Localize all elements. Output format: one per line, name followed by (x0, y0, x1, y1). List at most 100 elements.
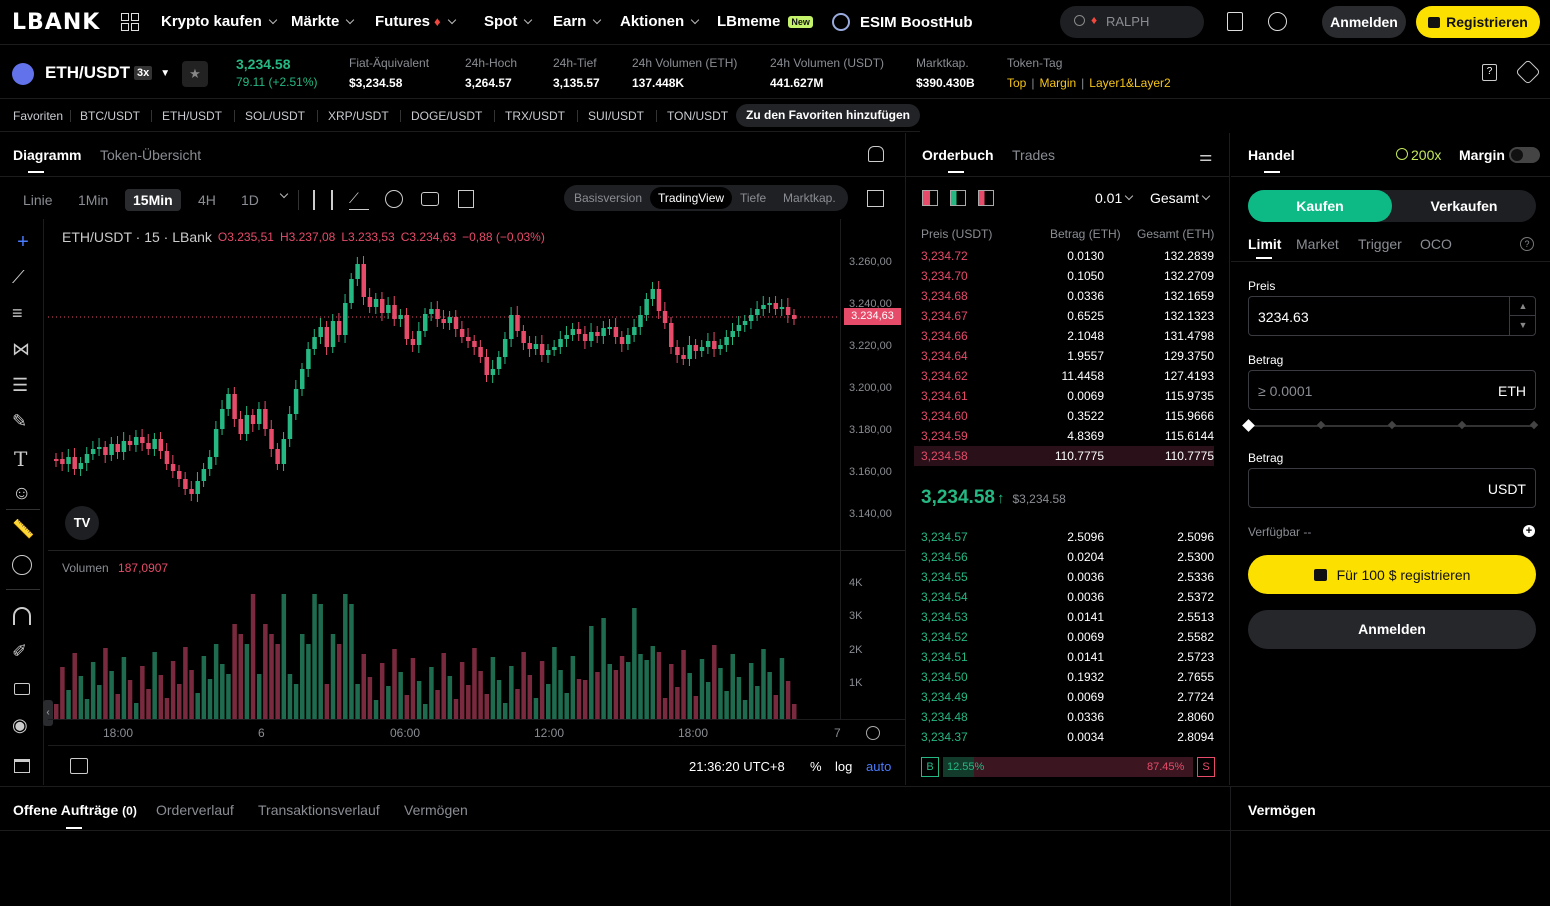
version-marktkap[interactable]: Marktkap. (783, 191, 836, 205)
add-funds-icon[interactable]: + (1523, 525, 1535, 537)
tf-linie[interactable]: Linie (15, 189, 61, 211)
tab-token-uebersicht[interactable]: Token-Übersicht (100, 147, 201, 163)
tab-assets[interactable]: Vermögen (404, 802, 468, 818)
add-favorite-button[interactable]: Zu den Favoriten hinzufügen (736, 104, 920, 127)
leverage-indicator[interactable]: 200x (1396, 147, 1441, 163)
tag-layer[interactable]: Layer1&Layer2 (1089, 76, 1170, 90)
nav-futures[interactable]: Futures ♦ (375, 13, 456, 30)
price-stepper[interactable]: ▲ ▼ (1509, 297, 1536, 335)
ruler-icon[interactable]: 📏 (12, 519, 34, 541)
nav-earn[interactable]: Earn (553, 13, 602, 30)
settings-icon[interactable] (1515, 59, 1541, 85)
fav-doge[interactable]: DOGE/USDT (411, 109, 482, 123)
settings-gear-icon[interactable] (385, 190, 403, 208)
nav-maerkte[interactable]: Märkte (291, 13, 355, 30)
ask-row[interactable]: 3,234.67 0.6525 132.1323 (914, 306, 1214, 326)
percent-toggle[interactable]: % (810, 759, 822, 774)
fav-xrp[interactable]: XRP/USDT (328, 109, 389, 123)
total-mode-select[interactable]: Gesamt (1150, 190, 1211, 206)
pair-selector[interactable]: ETH/USDT 3x ▼ (45, 63, 170, 83)
emoji-icon[interactable]: ☺ (12, 483, 34, 505)
fav-eth[interactable]: ETH/USDT (162, 109, 222, 123)
logo[interactable]: LBANK (12, 10, 100, 35)
favorite-star-button[interactable]: ★ (182, 61, 208, 87)
view-both-icon[interactable] (922, 190, 938, 206)
register-button[interactable]: Registrieren (1416, 6, 1540, 38)
tab-trades[interactable]: Trades (1012, 147, 1055, 163)
stepper-up-icon[interactable]: ▲ (1510, 297, 1536, 316)
nav-krypto-kaufen[interactable]: Krypto kaufen (161, 13, 278, 30)
ask-row[interactable]: 3,234.59 4.8369 115.6144 (914, 426, 1214, 446)
type-market[interactable]: Market (1296, 236, 1339, 252)
tf-4h[interactable]: 4H (190, 189, 224, 211)
auto-toggle[interactable]: auto (866, 759, 891, 774)
more-timeframes-chevron-icon[interactable] (279, 189, 289, 199)
sell-tab[interactable]: Verkaufen (1392, 190, 1536, 222)
bid-row[interactable]: 3,234.51 0.0141 2.5723 (914, 647, 1214, 667)
trash-icon[interactable] (14, 759, 30, 773)
tab-order-history[interactable]: Orderverlauf (156, 802, 234, 818)
pattern-icon[interactable]: ⋈ (12, 339, 34, 361)
trendline-icon[interactable]: ⟋ (12, 267, 34, 289)
zoom-in-icon[interactable] (12, 555, 32, 575)
precision-select[interactable]: 0.01 (1095, 190, 1134, 206)
ask-row[interactable]: 3,234.66 2.1048 131.4798 (914, 326, 1214, 346)
ask-row[interactable]: 3,234.62 11.4458 127.4193 (914, 366, 1214, 386)
bid-row[interactable]: 3,234.54 0.0036 2.5372 (914, 587, 1214, 607)
fullscreen-icon[interactable] (867, 190, 884, 207)
magnet-icon[interactable] (13, 607, 31, 625)
ask-row[interactable]: 3,234.68 0.0336 132.1659 (914, 286, 1214, 306)
horizontal-lines-icon[interactable]: ≡ (12, 303, 34, 325)
axis-settings-icon[interactable] (866, 726, 880, 740)
fav-ton[interactable]: TON/USDT (667, 109, 728, 123)
bid-row[interactable]: 3,234.57 2.5096 2.5096 (914, 527, 1214, 547)
promo-register-button[interactable]: Für 100 $ registrieren (1248, 555, 1536, 594)
nav-lbmeme[interactable]: LBmeme New (717, 13, 813, 30)
brush-icon[interactable]: ✎ (12, 411, 34, 433)
tf-1min[interactable]: 1Min (70, 189, 116, 211)
ask-row[interactable]: 3,234.61 0.0069 115.9735 (914, 386, 1214, 406)
tf-1d[interactable]: 1D (233, 189, 267, 211)
fib-icon[interactable]: ☰ (12, 375, 34, 397)
fav-btc[interactable]: BTC/USDT (80, 109, 140, 123)
bid-row[interactable]: 3,234.48 0.0336 2.8060 (914, 707, 1214, 727)
text-tool-icon[interactable]: T (14, 447, 36, 471)
view-asks-icon[interactable] (978, 190, 994, 206)
crosshair-icon[interactable]: + (12, 231, 34, 253)
tag-margin[interactable]: Margin (1039, 76, 1076, 90)
apps-grid-icon[interactable] (121, 13, 139, 31)
trade-login-button[interactable]: Anmelden (1248, 610, 1536, 649)
lock-icon[interactable] (14, 683, 30, 695)
bid-row[interactable]: 3,234.55 0.0036 2.5336 (914, 567, 1214, 587)
type-limit[interactable]: Limit (1248, 236, 1281, 252)
view-bids-icon[interactable] (950, 190, 966, 206)
edit-lock-icon[interactable]: ✐ (12, 641, 34, 663)
nav-aktionen[interactable]: Aktionen (620, 13, 700, 30)
tab-orderbuch[interactable]: Orderbuch (922, 147, 994, 163)
fav-sui[interactable]: SUI/USDT (588, 109, 644, 123)
date-range-icon[interactable] (70, 758, 88, 774)
ask-row[interactable]: 3,234.58 110.7775 110.7775 (914, 446, 1214, 466)
tag-top[interactable]: Top (1007, 76, 1026, 90)
search-input[interactable]: ♦ RALPH (1060, 6, 1204, 38)
tab-transaction-history[interactable]: Transaktionsverlauf (258, 802, 380, 818)
price-input[interactable]: 3234.63 ▲ ▼ (1248, 296, 1536, 336)
tab-open-orders[interactable]: Offene Aufträge (0) (13, 802, 137, 818)
indicators-icon[interactable]: ⟋ (349, 190, 369, 210)
alarm-bell-icon[interactable] (868, 146, 884, 162)
tf-15min[interactable]: 15Min (125, 189, 181, 211)
eye-icon[interactable]: ◉ (12, 715, 34, 737)
login-button[interactable]: Anmelden (1322, 6, 1406, 38)
orderbook-settings-icon[interactable]: ⚌ (1199, 147, 1212, 165)
bid-row[interactable]: 3,234.52 0.0069 2.5582 (914, 627, 1214, 647)
bid-row[interactable]: 3,234.53 0.0141 2.5513 (914, 607, 1214, 627)
bid-row[interactable]: 3,234.49 0.0069 2.7724 (914, 687, 1214, 707)
bid-row[interactable]: 3,234.50 0.1932 2.7655 (914, 667, 1214, 687)
ask-row[interactable]: 3,234.72 0.0130 132.2839 (914, 246, 1214, 266)
camera-icon[interactable] (421, 192, 439, 206)
buy-tab[interactable]: Kaufen (1248, 190, 1392, 222)
help-icon[interactable]: ? (1520, 237, 1534, 251)
amount-usdt-input[interactable]: USDT (1248, 468, 1536, 508)
amount-slider[interactable] (1242, 419, 1539, 432)
ask-row[interactable]: 3,234.70 0.1050 132.2709 (914, 266, 1214, 286)
